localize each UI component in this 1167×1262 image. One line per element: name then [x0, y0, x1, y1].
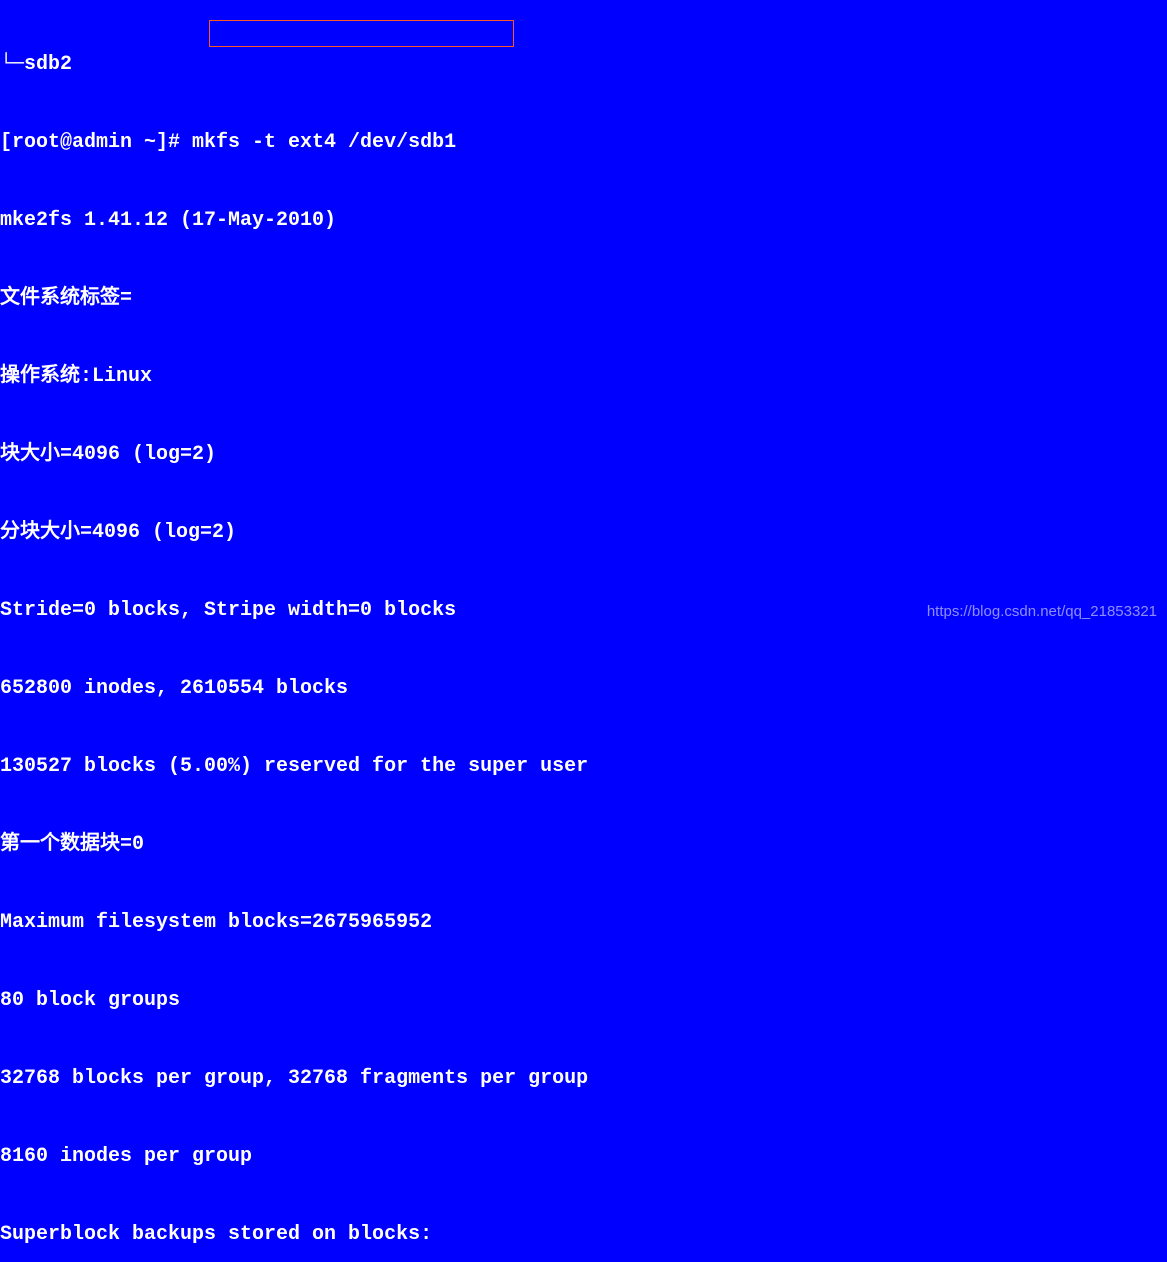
output-line: 32768 blocks per group, 32768 fragments … [0, 1066, 1167, 1092]
output-line: 130527 blocks (5.00%) reserved for the s… [0, 754, 1167, 780]
output-line: 操作系统:Linux [0, 364, 1167, 390]
output-line: 第一个数据块=0 [0, 832, 1167, 858]
output-line: Superblock backups stored on blocks: [0, 1222, 1167, 1248]
output-line: 8160 inodes per group [0, 1144, 1167, 1170]
watermark-text: https://blog.csdn.net/qq_21853321 [927, 599, 1157, 625]
output-line: └─sdb2 [0, 52, 1167, 78]
terminal-output[interactable]: └─sdb2 [root@admin ~]# mkfs -t ext4 /dev… [0, 0, 1167, 1262]
output-line: 652800 inodes, 2610554 blocks [0, 676, 1167, 702]
output-line: 文件系统标签= [0, 286, 1167, 312]
output-line: 80 block groups [0, 988, 1167, 1014]
output-line: [root@admin ~]# mkfs -t ext4 /dev/sdb1 [0, 130, 1167, 156]
output-line: 分块大小=4096 (log=2) [0, 520, 1167, 546]
output-line: Maximum filesystem blocks=2675965952 [0, 910, 1167, 936]
output-line: mke2fs 1.41.12 (17-May-2010) [0, 208, 1167, 234]
output-line: 块大小=4096 (log=2) [0, 442, 1167, 468]
